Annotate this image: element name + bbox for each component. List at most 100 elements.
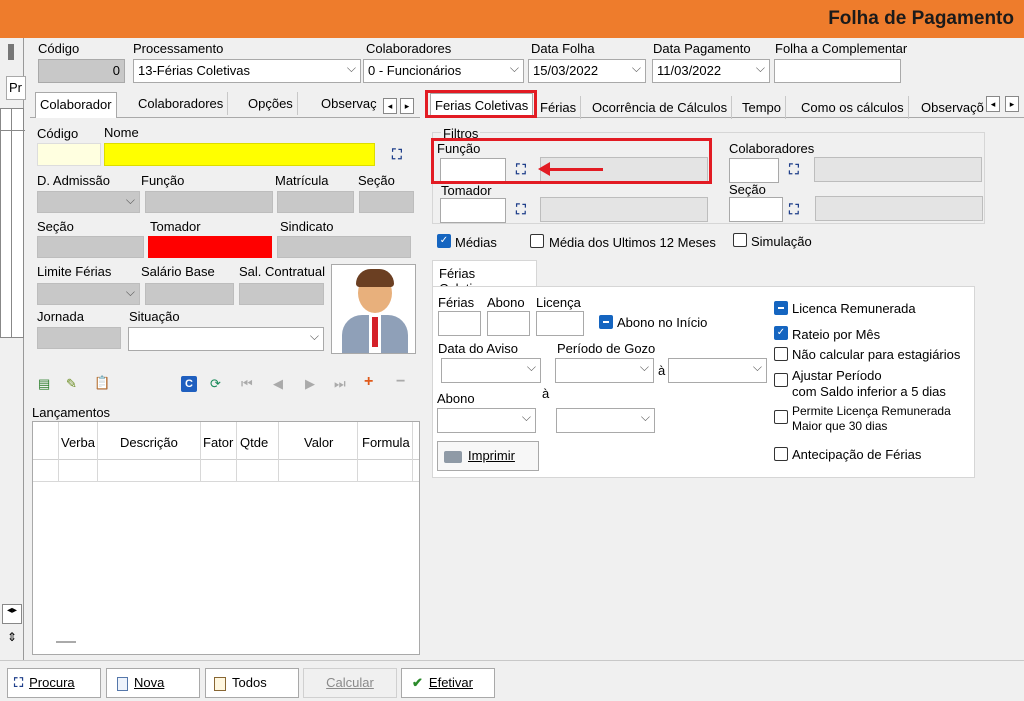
binoculars-icon[interactable]: ⛶ xyxy=(392,146,402,163)
minus-icon[interactable]: − xyxy=(396,373,405,391)
right-tab-next-button[interactable]: ▸ xyxy=(1005,96,1019,112)
periodo-gozo-inicio-field[interactable]: ⌵ xyxy=(555,358,654,383)
last-record-icon[interactable]: ⏭ xyxy=(334,376,346,392)
tab-observacoes-left[interactable]: Observaç xyxy=(317,92,381,115)
d-admissao-field[interactable]: ⌵ xyxy=(37,191,140,213)
col-descricao[interactable]: Descrição xyxy=(120,435,178,450)
permite-licenca-checkbox[interactable] xyxy=(774,410,788,424)
data-pagamento-field[interactable]: 11/03/2022 ⌵ xyxy=(652,59,770,83)
col-verba[interactable]: Verba xyxy=(61,435,95,450)
processamento-label: Processamento xyxy=(133,41,224,56)
right-tab-prev-button[interactable]: ◂ xyxy=(986,96,1000,112)
matricula-field[interactable] xyxy=(277,191,354,213)
refresh-icon[interactable]: ⟳ xyxy=(210,376,221,392)
periodo-gozo-fim-field[interactable]: ⌵ xyxy=(668,358,767,383)
left-tab-prev-button[interactable]: ◂ xyxy=(383,98,397,114)
filtro-colaboradores-desc xyxy=(814,157,982,182)
licenca-remunerada-checkbox[interactable] xyxy=(774,301,788,315)
tab-ocorrencia-calculos[interactable]: Ocorrência de Cálculos xyxy=(588,96,733,119)
funcao-label: Função xyxy=(141,173,185,188)
ferias-coletivas-subtab[interactable]: Férias Coletivas xyxy=(432,260,537,296)
plus-icon[interactable]: + xyxy=(364,373,373,391)
left-nav-icon[interactable]: ◂▸ xyxy=(2,604,22,624)
imprimir-button[interactable]: Imprimir xyxy=(437,441,539,471)
todos-button[interactable]: Todos xyxy=(205,668,299,698)
tomador-field[interactable] xyxy=(148,236,272,258)
licenca-field[interactable] xyxy=(536,311,584,336)
clipboard-icon[interactable]: 📋 xyxy=(94,375,110,391)
calcular-button[interactable]: Calcular xyxy=(303,668,397,698)
antecipacao-checkbox[interactable] xyxy=(774,447,788,461)
c-icon[interactable]: C xyxy=(181,376,197,392)
left-tab-next-button[interactable]: ▸ xyxy=(400,98,414,114)
abono-fim-field[interactable]: ⌵ xyxy=(556,408,655,433)
abono-inicio-checkbox[interactable] xyxy=(599,315,613,329)
filtro-secao-field[interactable] xyxy=(729,197,783,222)
chevron-down-icon: ⌵ xyxy=(526,360,536,374)
sindicato-field[interactable] xyxy=(277,236,411,258)
first-record-icon[interactable]: ⏮ xyxy=(241,376,253,392)
medias-checkbox[interactable]: ✓ xyxy=(437,234,451,248)
chevron-down-icon: ⌵ xyxy=(346,61,356,75)
binoculars-icon[interactable]: ⛶ xyxy=(789,201,799,218)
col-valor[interactable]: Valor xyxy=(304,435,333,450)
add-row-icon[interactable]: ▤ xyxy=(38,376,50,392)
situacao-label: Situação xyxy=(129,309,180,324)
tab-observacoes-right[interactable]: Observaçõ xyxy=(917,96,985,119)
abono-a-label: à xyxy=(542,386,550,401)
jornada-field[interactable] xyxy=(37,327,121,349)
processamento-select[interactable]: 13-Férias Coletivas ⌵ xyxy=(133,59,361,83)
colab-nome-field[interactable] xyxy=(104,143,375,166)
media-ultimos-checkbox[interactable] xyxy=(530,234,544,248)
left-scroll-icon[interactable]: ⇕ xyxy=(2,630,22,650)
abono-inicio-field[interactable]: ⌵ xyxy=(437,408,536,433)
salario-base-label: Salário Base xyxy=(141,264,215,279)
codigo-field[interactable]: 0 xyxy=(38,59,125,83)
colab-codigo-field[interactable] xyxy=(37,143,101,166)
col-fator[interactable]: Fator xyxy=(203,435,233,450)
sal-contratual-field[interactable] xyxy=(239,283,324,305)
filtro-tomador-field[interactable] xyxy=(440,198,506,223)
nao-calcular-checkbox[interactable] xyxy=(774,347,788,361)
prev-record-icon[interactable]: ◀ xyxy=(273,376,283,392)
periodo-a-label: à xyxy=(658,363,666,378)
next-record-icon[interactable]: ▶ xyxy=(305,376,315,392)
limite-ferias-field[interactable]: ⌵ xyxy=(37,283,140,305)
funcao-field[interactable] xyxy=(145,191,273,213)
printer-icon xyxy=(444,450,462,463)
col-formula[interactable]: Formula xyxy=(362,435,410,450)
folha-complementar-field[interactable] xyxy=(774,59,901,83)
employee-photo xyxy=(331,264,416,354)
rateio-checkbox[interactable]: ✓ xyxy=(774,326,788,340)
binoculars-icon[interactable]: ⛶ xyxy=(789,161,799,178)
tab-como-calculos[interactable]: Como os cálculos xyxy=(797,96,909,119)
brush-icon[interactable]: ✎ xyxy=(66,376,77,392)
situacao-select[interactable]: ⌵ xyxy=(128,327,324,351)
tab-ferias[interactable]: Férias xyxy=(536,96,582,119)
binoculars-icon[interactable]: ⛶ xyxy=(516,201,526,218)
abono-field[interactable] xyxy=(487,311,530,336)
tab-colaborador[interactable]: Colaborador xyxy=(35,92,117,118)
grid-divider xyxy=(58,422,59,482)
filtro-colaboradores-field[interactable] xyxy=(729,158,779,183)
nova-button[interactable]: Nova xyxy=(106,668,200,698)
colaboradores-select[interactable]: 0 - Funcionários ⌵ xyxy=(363,59,524,83)
data-folha-field[interactable]: 15/03/2022 ⌵ xyxy=(528,59,646,83)
procura-button[interactable]: ⛶ Procura xyxy=(7,668,101,698)
grid-scroll-stub[interactable] xyxy=(56,641,76,643)
sal-contratual-label: Sal. Contratual xyxy=(239,264,325,279)
tab-tempo[interactable]: Tempo xyxy=(738,96,787,119)
tab-opcoes[interactable]: Opções xyxy=(244,92,298,115)
simulacao-checkbox[interactable] xyxy=(733,233,747,247)
salario-base-field[interactable] xyxy=(145,283,234,305)
filtro-tomador-desc xyxy=(540,197,708,222)
left-stub-field[interactable]: Pr xyxy=(6,76,26,100)
data-aviso-field[interactable]: ⌵ xyxy=(441,358,541,383)
secao-top-field[interactable] xyxy=(359,191,414,213)
ajustar-periodo-checkbox[interactable] xyxy=(774,373,788,387)
ferias-field[interactable] xyxy=(438,311,481,336)
secao-field[interactable] xyxy=(37,236,144,258)
efetivar-button[interactable]: ✔ Efetivar xyxy=(401,668,495,698)
col-qtde[interactable]: Qtde xyxy=(240,435,268,450)
tab-colaboradores[interactable]: Colaboradores xyxy=(134,92,229,115)
